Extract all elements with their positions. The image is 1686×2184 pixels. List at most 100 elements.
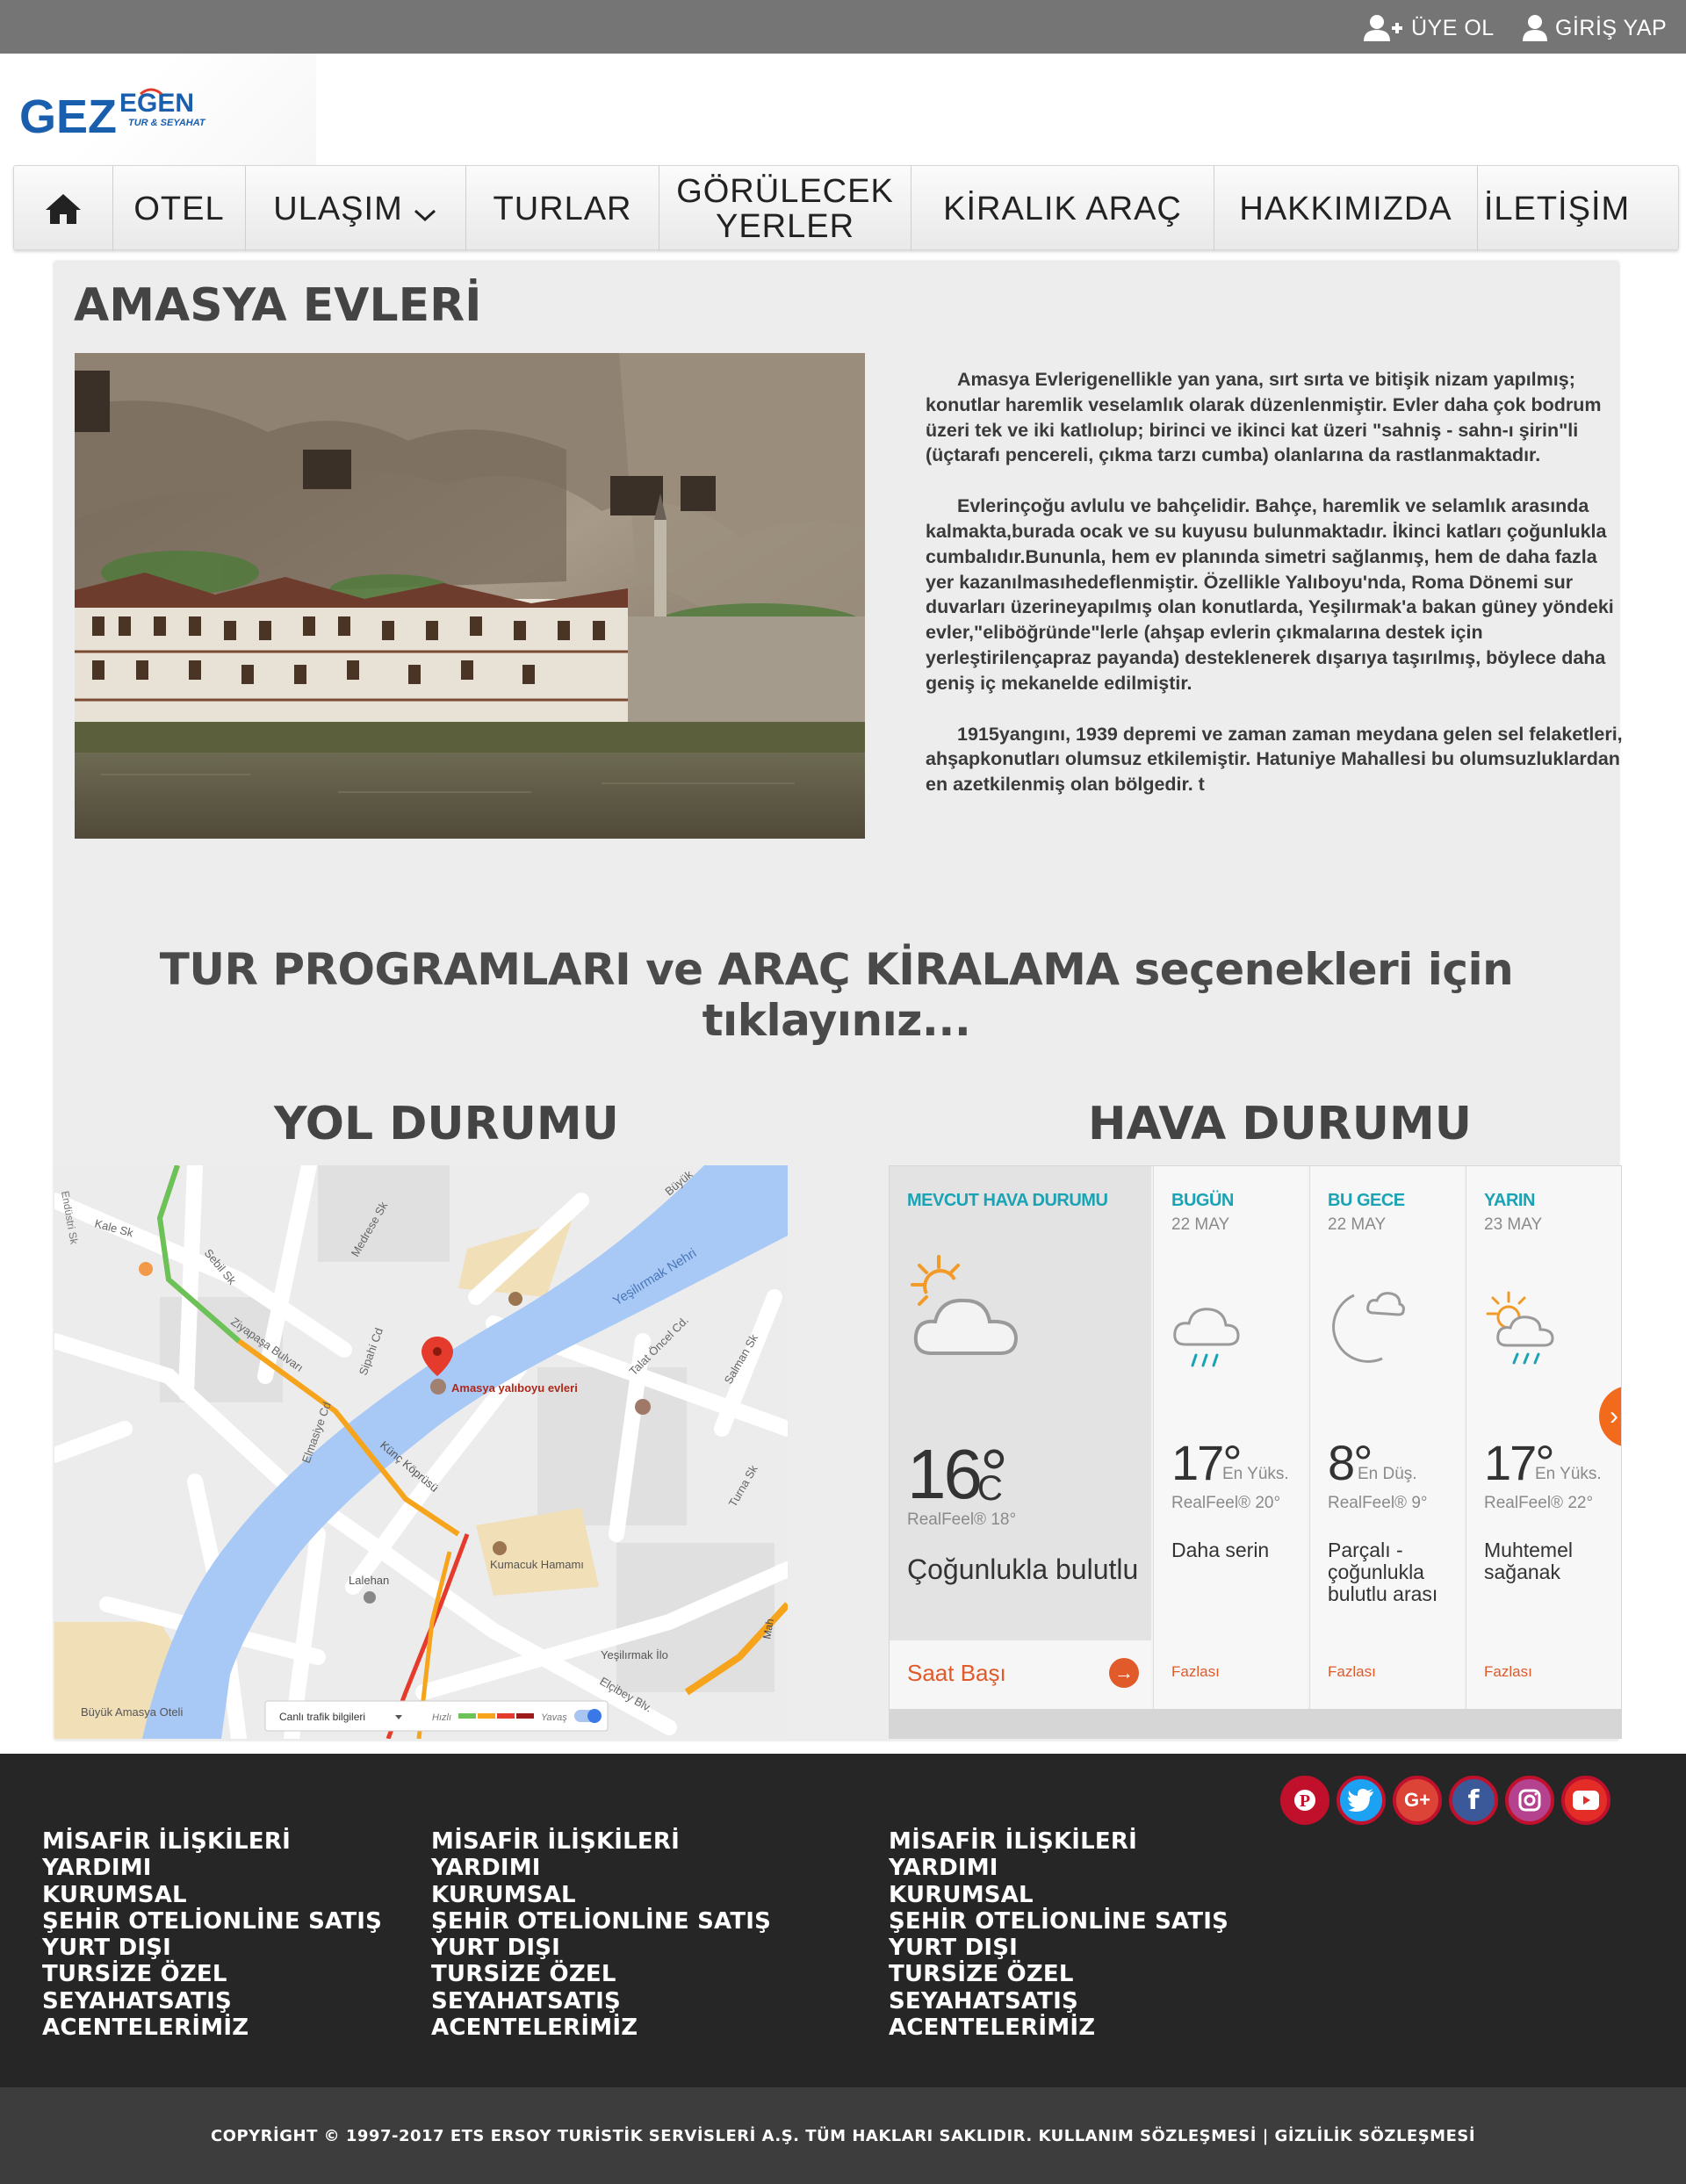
weather-day-today[interactable]: BUGÜN 22 MAY 17° En Yüks. RealFeel® 20° … <box>1153 1166 1308 1709</box>
footer-link[interactable]: ŞEHİR OTELİONLİNE SATIŞ <box>889 1908 1228 1935</box>
footer-column-1: MİSAFİR İLİŞKİLERİ YARDIMI KURUMSAL ŞEHİ… <box>42 1828 382 2041</box>
weather-day-kind: En Yüks. <box>1222 1465 1289 1483</box>
footer-link[interactable]: ŞEHİR OTELİONLİNE SATIŞ <box>42 1908 382 1935</box>
nav-home[interactable] <box>14 166 113 251</box>
footer-link[interactable]: MİSAFİR İLİŞKİLERİ <box>431 1828 771 1855</box>
youtube-icon[interactable] <box>1561 1776 1610 1825</box>
footer-link[interactable]: TURSİZE ÖZEL <box>431 1961 771 1987</box>
footer-link[interactable]: YURT DIŞI <box>431 1935 771 1961</box>
footer-link[interactable]: SEYAHATSATIŞ <box>889 1988 1228 2015</box>
weather-scrollbar[interactable] <box>890 1709 1621 1738</box>
hourly-label: Saat Başı <box>907 1660 1006 1686</box>
nav-hotel[interactable]: OTEL <box>113 166 246 251</box>
weather-day-more[interactable]: Fazlası <box>1484 1663 1532 1681</box>
weather-day-more[interactable]: Fazlası <box>1328 1663 1376 1681</box>
footer-link[interactable]: YARDIMI <box>42 1855 382 1881</box>
weather-day-date: 23 MAY <box>1484 1215 1543 1234</box>
footer-link[interactable]: SEYAHATSATIŞ <box>431 1988 771 2015</box>
footer-link[interactable]: ŞEHİR OTELİONLİNE SATIŞ <box>431 1908 771 1935</box>
moon-cloud-icon <box>1332 1292 1405 1363</box>
weather-day-realfeel: RealFeel® 22° <box>1484 1494 1594 1512</box>
rain-cloud-icon <box>1173 1308 1240 1367</box>
nav-tours[interactable]: TURLAR <box>466 166 659 251</box>
article-paragraph: 1915yangını, 1939 depremi ve zaman zaman… <box>926 723 1623 796</box>
instagram-icon[interactable] <box>1505 1776 1554 1825</box>
weather-current-realfeel: RealFeel® 18° <box>907 1510 1017 1529</box>
footer-column-3: MİSAFİR İLİŞKİLERİ YARDIMI KURUMSAL ŞEHİ… <box>889 1828 1228 2041</box>
weather-day-date: 22 MAY <box>1171 1215 1230 1234</box>
weather-day-realfeel: RealFeel® 9° <box>1328 1494 1428 1512</box>
logo-brand-text: EGEN <box>119 89 194 118</box>
traffic-toggle-switch[interactable] <box>587 1709 602 1723</box>
footer-link[interactable]: ACENTELERİMİZ <box>431 2015 771 2041</box>
partly-cloudy-icon <box>911 1255 1019 1355</box>
article-paragraph: Amasya Evlerigenellikle yan yana, sırt s… <box>926 369 1602 466</box>
google-plus-icon[interactable]: G+ <box>1393 1776 1442 1825</box>
facebook-icon[interactable]: f <box>1449 1776 1498 1825</box>
arrow-right-icon: → <box>1109 1658 1139 1688</box>
register-link[interactable]: ÜYE OL <box>1364 14 1495 42</box>
nav-contact[interactable]: İLETİŞİM <box>1478 166 1636 251</box>
footer-link[interactable]: YARDIMI <box>889 1855 1228 1881</box>
nav-tours-label: TURLAR <box>493 190 632 227</box>
weather-day-tomorrow[interactable]: YARIN 23 MAY 17° En Yüks. RealFeel® 22° … <box>1466 1166 1621 1709</box>
footer-link[interactable]: KURUMSAL <box>42 1882 382 1908</box>
footer-link[interactable]: MİSAFİR İLİŞKİLERİ <box>42 1828 382 1855</box>
nav-car-rental[interactable]: KİRALIK ARAÇ <box>911 166 1214 251</box>
nav-hotel-label: OTEL <box>133 190 225 227</box>
footer-link[interactable]: YURT DIŞI <box>42 1935 382 1961</box>
map-label-place: Amasya yalıboyu evleri <box>451 1381 578 1395</box>
nav-about-label: HAKKIMIZDA <box>1239 190 1452 227</box>
nav-transport[interactable]: ULAŞIM <box>246 166 466 251</box>
weather-title: HAVA DURUMU <box>1088 1098 1472 1150</box>
article-paragraph: Evlerinçoğu avlulu ve bahçelidir. Bahçe,… <box>926 495 1614 694</box>
map-label-lalehan: Lalehan <box>349 1574 389 1587</box>
site-logo[interactable]: GEZ EGEN TUR & SEYAHAT <box>18 83 220 145</box>
traffic-fast-label: Hızlı <box>432 1712 451 1723</box>
pinterest-icon[interactable]: P <box>1280 1776 1329 1825</box>
map-label-school: Yeşilırmak İlo <box>601 1648 668 1661</box>
footer-link[interactable]: TURSİZE ÖZEL <box>889 1961 1228 1987</box>
weather-current-unit: C <box>977 1469 1003 1508</box>
login-label: GİRİŞ YAP <box>1555 15 1668 40</box>
weather-current: MEVCUT HAVA DURUMU 16° C RealFeel® 18° Ç… <box>890 1166 1151 1709</box>
twitter-icon[interactable] <box>1337 1776 1386 1825</box>
road-map[interactable]: Amasya yalıboyu evleri Yeşilırmak Nehri … <box>54 1165 788 1739</box>
login-link[interactable]: GİRİŞ YAP <box>1522 14 1667 42</box>
footer-link[interactable]: ACENTELERİMİZ <box>42 2015 382 2041</box>
sun-rain-icon <box>1486 1291 1554 1365</box>
weather-day-desc: Daha serin <box>1171 1539 1270 1561</box>
nav-about[interactable]: HAKKIMIZDA <box>1214 166 1478 251</box>
weather-day-head: BU GECE <box>1328 1191 1405 1210</box>
hourly-bar[interactable]: Saat Başı → <box>890 1640 1151 1709</box>
nav-places[interactable]: GÖRÜLECEK YERLER <box>659 166 911 251</box>
chevron-down-icon <box>414 209 436 221</box>
footer-link[interactable]: KURUMSAL <box>889 1882 1228 1908</box>
nav-car-rental-label: KİRALIK ARAÇ <box>943 190 1182 227</box>
logo-main-text: GEZ <box>19 90 117 143</box>
footer-link[interactable]: YURT DIŞI <box>889 1935 1228 1961</box>
copyright-bar: COPYRİGHT © 1997-2017 ETS ERSOY TURİSTİK… <box>0 2087 1686 2184</box>
weather-day-date: 22 MAY <box>1328 1215 1387 1234</box>
logo-tagline: TUR & SEYAHAT <box>128 118 206 128</box>
weather-day-more[interactable]: Fazlası <box>1171 1663 1220 1681</box>
page-title: AMASYA EVLERİ <box>74 279 482 332</box>
weather-current-desc: Çoğunlukla bulutlu <box>907 1553 1139 1585</box>
restaurant-icon <box>139 1262 153 1276</box>
article-body: Amasya Evlerigenellikle yan yana, sırt s… <box>926 367 1624 823</box>
user-icon <box>1523 15 1547 41</box>
map-label-hamam: Kumacuk Hamamı <box>490 1558 584 1571</box>
nav-places-label: GÖRÜLECEK YERLER <box>676 172 894 245</box>
weather-widget: MEVCUT HAVA DURUMU 16° C RealFeel® 18° Ç… <box>889 1165 1622 1739</box>
weather-day-tonight[interactable]: BU GECE 22 MAY 8° En Düş. RealFeel® 9° P… <box>1309 1166 1464 1709</box>
footer-link[interactable]: TURSİZE ÖZEL <box>42 1961 382 1987</box>
footer-link[interactable]: YARDIMI <box>431 1855 771 1881</box>
home-icon <box>46 193 81 224</box>
footer-link[interactable]: ACENTELERİMİZ <box>889 2015 1228 2041</box>
top-bar: ÜYE OL GİRİŞ YAP <box>0 0 1686 54</box>
footer-link[interactable]: SEYAHATSATIŞ <box>42 1988 382 2015</box>
tour-cta-link[interactable]: TUR PROGRAMLARI ve ARAÇ KİRALAMA seçenek… <box>54 944 1618 1046</box>
footer-link[interactable]: KURUMSAL <box>431 1882 771 1908</box>
weather-day-head: YARIN <box>1484 1191 1535 1210</box>
footer-link[interactable]: MİSAFİR İLİŞKİLERİ <box>889 1828 1228 1855</box>
